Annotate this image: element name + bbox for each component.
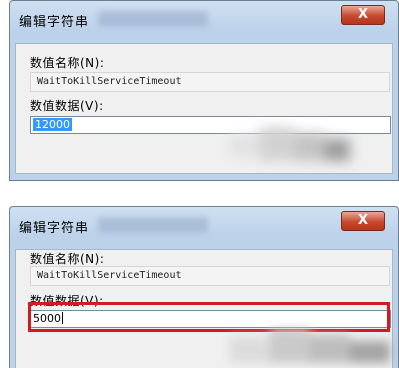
title-bar[interactable]: 编辑字符串 X xyxy=(10,1,398,41)
close-button[interactable]: X xyxy=(341,5,385,25)
dialog-title: 编辑字符串 xyxy=(19,221,90,236)
watermark-blur xyxy=(230,123,350,168)
blurred-background-text xyxy=(98,217,208,233)
title-bar[interactable]: 编辑字符串 X xyxy=(10,207,398,247)
value-name-field: WaitToKillServiceTimeout xyxy=(30,266,390,286)
blurred-background-text xyxy=(98,11,208,27)
value-name-label: 数值名称(N): xyxy=(30,56,105,70)
close-button[interactable]: X xyxy=(341,211,385,231)
selected-text: 12000 xyxy=(33,118,72,131)
value-name-label: 数值名称(N): xyxy=(30,252,105,266)
dialog-title: 编辑字符串 xyxy=(19,15,90,30)
value-name-field: WaitToKillServiceTimeout xyxy=(30,72,390,92)
watermark-blur xyxy=(230,323,390,368)
value-data-label: 数值数据(V): xyxy=(30,99,104,113)
